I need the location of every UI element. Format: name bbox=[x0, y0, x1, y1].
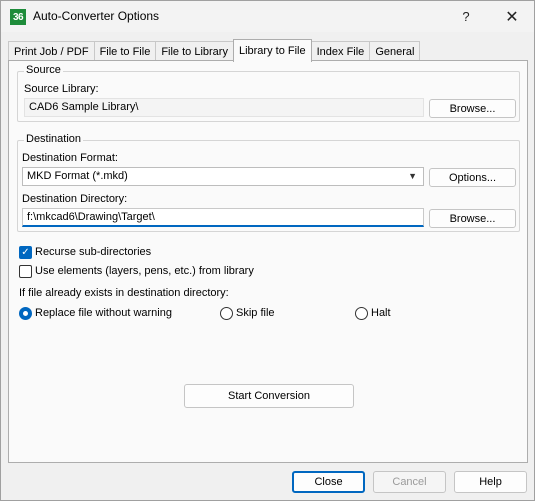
tab-file-to-library[interactable]: File to Library bbox=[155, 41, 234, 61]
destination-format-label: Destination Format: bbox=[22, 152, 118, 164]
tab-index-file[interactable]: Index File bbox=[310, 41, 371, 61]
replace-radio[interactable] bbox=[19, 307, 32, 320]
tab-print-job-pdf[interactable]: Print Job / PDF bbox=[8, 41, 95, 61]
source-group: Source Source Library: CAD6 Sample Libra… bbox=[17, 64, 520, 122]
close-icon[interactable]: ✕ bbox=[489, 1, 535, 32]
help-icon[interactable]: ? bbox=[443, 1, 489, 32]
title-bar[interactable]: 36 Auto-Converter Options ? ✕ bbox=[1, 1, 534, 32]
tab-file-to-file[interactable]: File to File bbox=[93, 41, 157, 61]
start-conversion-button[interactable]: Start Conversion bbox=[184, 384, 354, 408]
destination-browse-button[interactable]: Browse... bbox=[429, 209, 516, 228]
recurse-label[interactable]: Recurse sub-directories bbox=[35, 246, 151, 258]
tab-library-to-file[interactable]: Library to File bbox=[232, 39, 312, 62]
destination-group-title: Destination bbox=[24, 133, 84, 145]
skip-radio[interactable] bbox=[220, 307, 233, 320]
source-library-label: Source Library: bbox=[24, 83, 99, 95]
help-button[interactable]: Help bbox=[454, 471, 527, 493]
recurse-checkbox[interactable]: ✓ bbox=[19, 246, 32, 259]
halt-radio[interactable] bbox=[355, 307, 368, 320]
window-title: Auto-Converter Options bbox=[33, 9, 160, 23]
source-library-field: CAD6 Sample Library\ bbox=[24, 98, 424, 117]
tab-general[interactable]: General bbox=[369, 41, 421, 61]
replace-label[interactable]: Replace file without warning bbox=[35, 307, 172, 319]
destination-options-button[interactable]: Options... bbox=[429, 168, 516, 187]
destination-format-value: MKD Format (*.mkd) bbox=[27, 170, 128, 182]
tab-panel: Source Source Library: CAD6 Sample Libra… bbox=[8, 60, 528, 463]
close-button[interactable]: Close bbox=[292, 471, 365, 493]
tab-strip: Print Job / PDF File to File File to Lib… bbox=[8, 39, 421, 62]
destination-group: Destination Destination Format: MKD Form… bbox=[17, 133, 520, 232]
chevron-down-icon: ▼ bbox=[408, 171, 417, 181]
cancel-button: Cancel bbox=[373, 471, 446, 493]
file-exists-label: If file already exists in destination di… bbox=[19, 287, 229, 299]
use-elements-checkbox[interactable] bbox=[19, 265, 32, 278]
source-browse-button[interactable]: Browse... bbox=[429, 99, 516, 118]
destination-directory-input[interactable]: f:\mkcad6\Drawing\Target\ bbox=[22, 208, 424, 227]
destination-format-select[interactable]: MKD Format (*.mkd) ▼ bbox=[22, 167, 424, 186]
use-elements-label[interactable]: Use elements (layers, pens, etc.) from l… bbox=[35, 265, 254, 277]
halt-label[interactable]: Halt bbox=[371, 307, 391, 319]
dialog-window: 36 Auto-Converter Options ? ✕ Print Job … bbox=[0, 0, 535, 501]
skip-label[interactable]: Skip file bbox=[236, 307, 275, 319]
source-group-title: Source bbox=[24, 64, 63, 76]
app-logo-icon: 36 bbox=[10, 9, 26, 25]
destination-directory-label: Destination Directory: bbox=[22, 193, 128, 205]
